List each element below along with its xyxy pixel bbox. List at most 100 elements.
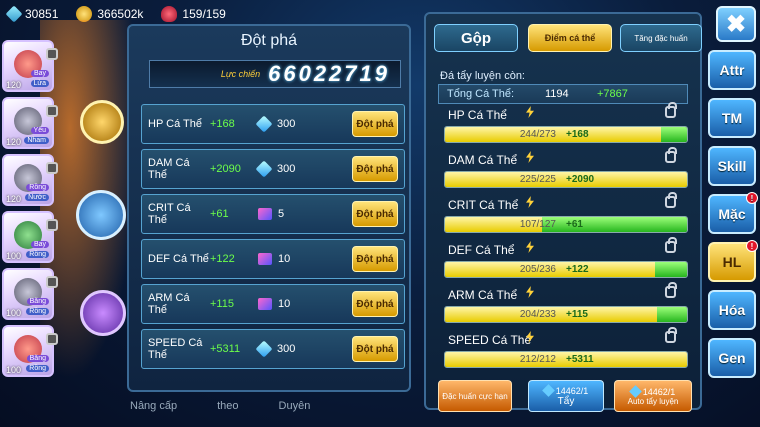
pet-tag: Rồng bbox=[26, 184, 49, 191]
nav-bond[interactable]: Duyên bbox=[279, 400, 311, 412]
stat-current: 205/236 bbox=[519, 264, 556, 275]
side-tab-6[interactable]: Gen bbox=[708, 338, 756, 378]
lock-icon[interactable] bbox=[665, 282, 677, 298]
cost: 300 bbox=[255, 115, 338, 133]
lock-icon bbox=[46, 162, 58, 174]
side-tab-4[interactable]: HL! bbox=[708, 240, 758, 282]
gem-icon bbox=[255, 115, 273, 133]
extreme-training-button[interactable]: Đặc huấn cực hạn bbox=[438, 380, 512, 412]
stat-name: DAM Cá Thể bbox=[148, 157, 190, 181]
cost: 300 bbox=[255, 160, 338, 178]
nav-follow[interactable]: theo bbox=[217, 400, 238, 412]
close-button[interactable]: ✖ bbox=[716, 6, 756, 42]
pet-slot[interactable]: 120 Lửa Bay bbox=[2, 40, 58, 92]
lock-icon[interactable] bbox=[665, 327, 677, 343]
pet-element: Rồng bbox=[26, 365, 49, 372]
side-tab-label: HL bbox=[722, 254, 742, 270]
stat-bar: 205/236 +122 bbox=[444, 261, 688, 278]
stat-name: ARM Cá Thể bbox=[148, 292, 190, 316]
cost: 10 bbox=[258, 253, 338, 265]
power-label: Lực chiến bbox=[220, 69, 261, 79]
breakthrough-button[interactable]: Đột phá bbox=[352, 201, 398, 227]
breakthrough-button[interactable]: Đột phá bbox=[352, 336, 398, 362]
stat-current: 107/127 bbox=[519, 219, 556, 230]
gem-resource: 30851 bbox=[5, 5, 59, 23]
stat-label: DAM Cá Thể bbox=[448, 153, 518, 167]
stamina-count: 159/159 bbox=[182, 7, 226, 21]
tab-special-training[interactable]: Tăng đặc huấn bbox=[620, 24, 702, 52]
stat-current: 212/212 bbox=[519, 354, 556, 365]
breakthrough-button[interactable]: Đột phá bbox=[352, 156, 398, 182]
pet-slot[interactable]: 100 Rồng Băng bbox=[2, 325, 58, 377]
extreme-training-label: Đặc huấn cực hạn bbox=[442, 391, 508, 401]
side-tab-label: Mặc bbox=[718, 206, 746, 222]
lightning-icon bbox=[526, 286, 534, 298]
lock-icon[interactable] bbox=[665, 237, 677, 253]
stat-current: 204/233 bbox=[519, 309, 556, 320]
breakthrough-row: HP Cá Thể +168 300 Đột phá bbox=[141, 104, 405, 144]
stat-label: DEF Cá Thể bbox=[448, 243, 515, 257]
refine-count: 14462/1 bbox=[555, 385, 589, 396]
nav-upgrade[interactable]: Nâng cấp bbox=[130, 400, 177, 412]
refine-button[interactable]: 14462/1 Tẩy bbox=[528, 380, 604, 412]
side-tab-2[interactable]: Skill bbox=[708, 146, 756, 186]
lightning-icon bbox=[526, 196, 534, 208]
stat-plus: +5311 bbox=[210, 343, 241, 355]
side-tab-label: Gen bbox=[718, 350, 746, 366]
lightning-icon bbox=[526, 151, 534, 163]
side-tab-0[interactable]: Attr bbox=[708, 50, 756, 90]
pet-tag: Băng bbox=[26, 298, 49, 305]
diamond-icon bbox=[5, 5, 23, 23]
scroll-icon bbox=[258, 208, 272, 220]
pet-tag: Bay bbox=[30, 70, 49, 77]
pet-element: Rồng bbox=[26, 251, 49, 258]
breakthrough-button[interactable]: Đột phá bbox=[352, 246, 398, 272]
cost: 5 bbox=[258, 208, 338, 220]
pet-slot[interactable]: 120 Nước Rồng bbox=[2, 154, 58, 206]
gem-icon bbox=[255, 340, 273, 358]
side-tab-label: Attr bbox=[719, 62, 745, 78]
lightning-icon bbox=[526, 106, 534, 118]
lock-icon[interactable] bbox=[665, 102, 677, 118]
gem-count: 30851 bbox=[25, 7, 59, 21]
side-tab-1[interactable]: TM bbox=[708, 98, 756, 138]
pet-slot[interactable]: 120 Nham Yêu bbox=[2, 97, 58, 149]
remaining-label: Đá tẩy luyện còn: bbox=[440, 70, 525, 82]
stat-plus: +61 bbox=[210, 208, 229, 220]
lock-icon bbox=[46, 105, 58, 117]
close-icon: ✖ bbox=[725, 10, 747, 38]
lock-icon[interactable] bbox=[665, 147, 677, 163]
pet-tag: Băng bbox=[26, 355, 49, 362]
pet-slot[interactable]: 100 Rồng Bay bbox=[2, 211, 58, 263]
pet-list: 120 Lửa Bay 120 Nham Yêu 120 Nước Rồng 1… bbox=[2, 40, 60, 382]
tab-merge[interactable]: Gộp bbox=[434, 24, 518, 52]
tab-individual-points[interactable]: Điểm cá thể bbox=[528, 24, 612, 52]
pet-tag: Yêu bbox=[30, 127, 49, 134]
lock-icon[interactable] bbox=[665, 192, 677, 208]
stat-name: CRIT Cá Thể bbox=[148, 202, 191, 226]
sword-icon[interactable] bbox=[80, 100, 124, 144]
refine-label: Tẩy bbox=[557, 395, 575, 407]
breakthrough-row: CRIT Cá Thể +61 5 Đột phá bbox=[141, 194, 405, 234]
stat-current: 225/225 bbox=[519, 174, 556, 185]
stat-bar: 225/225 +2090 bbox=[444, 171, 688, 188]
side-nav: Attr TM Skill Mặc! HL! Hóa Gen bbox=[708, 50, 758, 386]
breakthrough-button[interactable]: Đột phá bbox=[352, 291, 398, 317]
auto-refine-button[interactable]: 14462/1 Auto tẩy luyện bbox=[614, 380, 692, 412]
breakthrough-row: SPEED Cá Thể +5311 300 Đột phá bbox=[141, 329, 405, 369]
side-tab-5[interactable]: Hóa bbox=[708, 290, 756, 330]
scroll-icon bbox=[258, 253, 272, 265]
pet-slot[interactable]: 100 Rồng Băng bbox=[2, 268, 58, 320]
pet-level: 100 bbox=[6, 308, 22, 318]
cost-value: 300 bbox=[277, 118, 296, 130]
stat-plus: +168 bbox=[566, 129, 589, 140]
pet-element: Nham bbox=[24, 137, 49, 144]
gear-icon[interactable] bbox=[80, 290, 126, 336]
bag-icon[interactable] bbox=[76, 190, 126, 240]
breakthrough-row: ARM Cá Thể +115 10 Đột phá bbox=[141, 284, 405, 324]
side-tab-3[interactable]: Mặc! bbox=[708, 192, 758, 234]
cost-value: 5 bbox=[278, 208, 285, 220]
stats-panel: Gộp Điểm cá thể Tăng đặc huấn Đá tẩy luy… bbox=[424, 12, 702, 412]
breakthrough-row: DAM Cá Thể +2090 300 Đột phá bbox=[141, 149, 405, 189]
breakthrough-button[interactable]: Đột phá bbox=[352, 111, 398, 137]
